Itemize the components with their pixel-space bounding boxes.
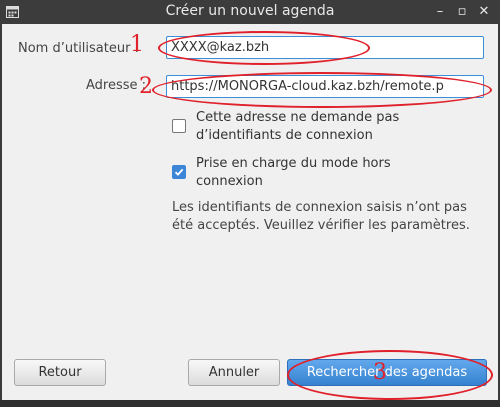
window-title: Créer un nouvel agenda xyxy=(165,3,335,19)
close-button[interactable]: ✕ xyxy=(474,2,494,22)
no-credentials-checkbox[interactable] xyxy=(172,119,186,133)
cancel-button-label: Annuler xyxy=(208,365,260,380)
window-bottom-edge xyxy=(0,400,500,407)
no-credentials-label[interactable]: Cette adresse ne demande pas d’identifia… xyxy=(196,109,476,145)
back-button[interactable]: Retour xyxy=(14,359,106,386)
cancel-button[interactable]: Annuler xyxy=(188,359,280,386)
minimize-button[interactable]: – xyxy=(430,2,450,22)
address-label: Adresse : xyxy=(86,78,147,93)
dialog-body: Nom d’utilisateur : XXXX@kaz.bzh Adresse… xyxy=(2,24,498,400)
username-field[interactable]: XXXX@kaz.bzh xyxy=(166,36,484,59)
checkmark-icon xyxy=(174,168,184,176)
offline-checkbox[interactable] xyxy=(172,165,186,179)
username-label: Nom d’utilisateur : xyxy=(18,41,139,56)
back-button-label: Retour xyxy=(38,365,82,380)
address-field[interactable]: https://MONORGA-cloud.kaz.bzh/remote.p xyxy=(166,75,484,98)
maximize-button[interactable]: ▫ xyxy=(452,2,472,22)
search-calendars-button[interactable]: Rechercher des agendas xyxy=(287,359,487,386)
search-calendars-button-label: Rechercher des agendas xyxy=(306,365,468,380)
title-bar: Créer un nouvel agenda – ▫ ✕ xyxy=(0,0,500,24)
offline-label[interactable]: Prise en charge du mode hors connexion xyxy=(196,155,436,191)
error-message: Les identifiants de connexion saisis n’o… xyxy=(172,200,470,233)
